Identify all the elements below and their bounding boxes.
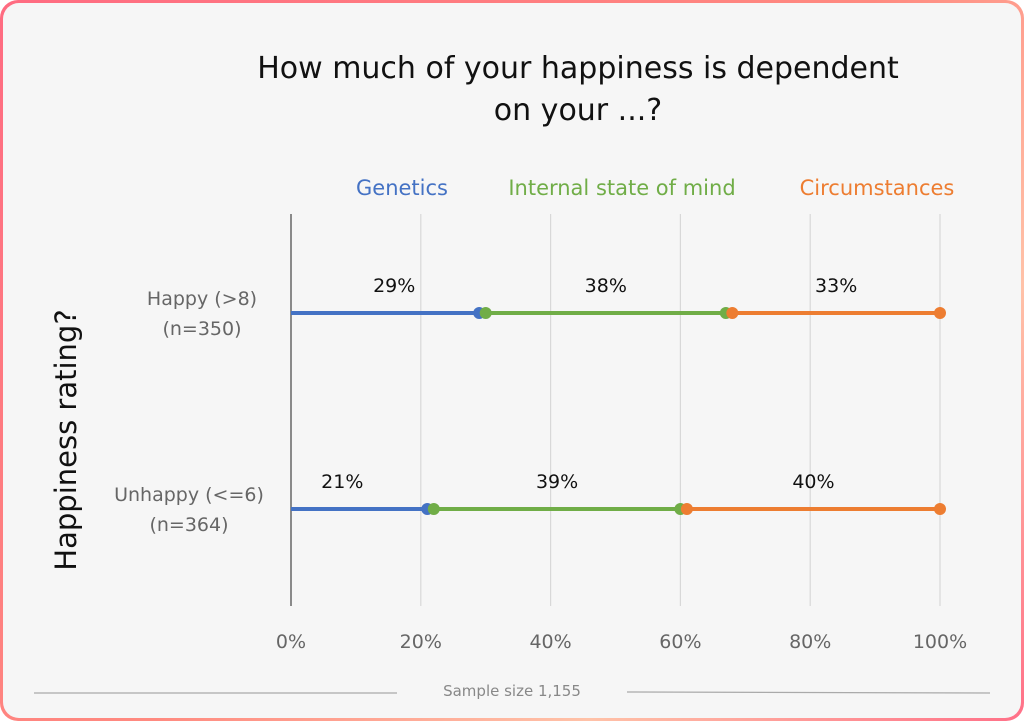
chart-title-line1: How much of your happiness is dependent [257,51,899,86]
chart-panel: How much of your happiness is dependent … [3,3,1021,718]
legend-item: Genetics [356,176,448,200]
category-label: Happy (>8) [147,288,257,310]
x-tick-label: 60% [659,631,701,653]
chart-title-line2: on your ...? [494,93,662,128]
legend-item: Internal state of mind [508,176,735,200]
segment-end-dot [934,307,946,319]
data-label: 38% [585,275,627,297]
data-label: 21% [321,471,363,493]
category-label: (n=364) [149,514,228,536]
sample-size-footer: Sample size 1,155 [443,682,581,700]
chart-svg: How much of your happiness is dependent … [34,51,991,700]
gridlines [290,214,941,606]
chart-frame: How much of your happiness is dependent … [0,0,1024,721]
footer-rule-right [626,691,991,694]
x-tick-label: 100% [913,631,967,653]
category-labels: Happy (>8) (n=350) Unhappy (<=6) (n=364) [114,288,264,536]
x-tick-label: 20% [400,631,442,653]
segment-start-dot [726,307,739,319]
x-tick-label: 40% [529,631,571,653]
legend-item: Circumstances [800,176,955,200]
y-axis-label: Happiness rating? [49,309,83,570]
x-tick-label: 0% [276,631,306,653]
data-marks: 29% 38% 33% 21% 39% 40% [291,275,946,515]
segment-end-dot [934,503,946,515]
segment-start-dot [427,503,440,515]
data-label: 29% [373,275,415,297]
segment-start-dot [680,503,693,515]
data-label: 40% [792,471,834,493]
legend: Genetics Internal state of mind Circumstan… [356,176,954,200]
x-tick-labels: 0% 20% 40% 60% 80% 100% [276,631,967,653]
category-label: Unhappy (<=6) [114,484,264,506]
segment-start-dot [479,307,492,319]
data-label: 33% [815,275,857,297]
data-label: 39% [536,471,578,493]
category-label: (n=350) [162,318,241,340]
x-tick-label: 80% [789,631,831,653]
